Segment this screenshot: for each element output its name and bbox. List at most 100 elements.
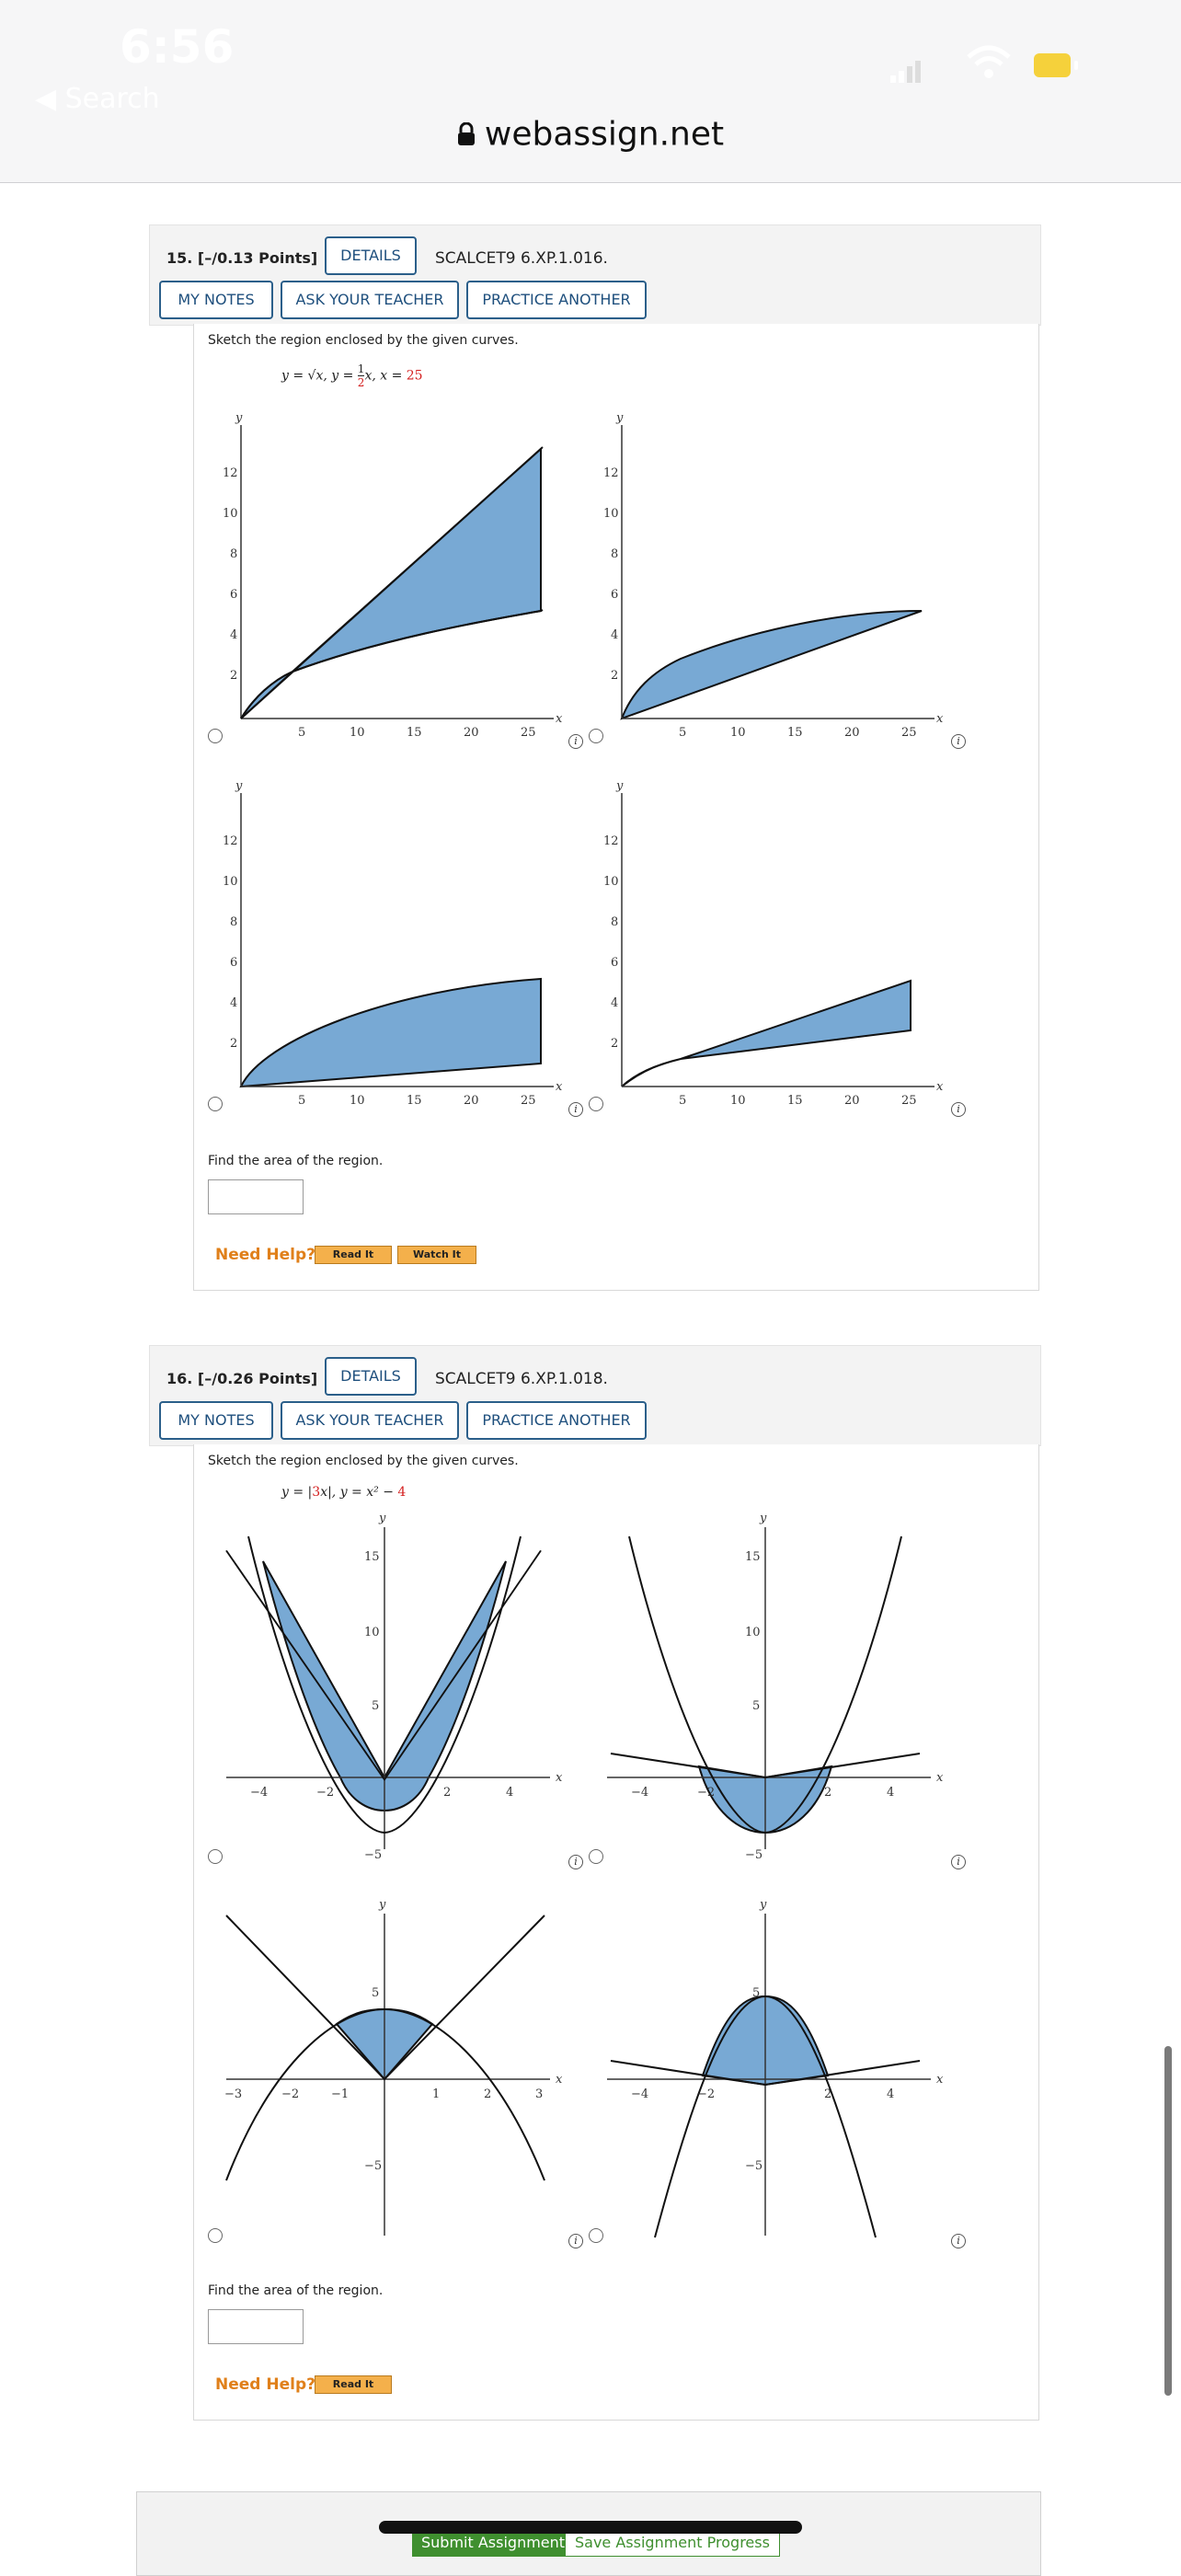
answer-choice-radio[interactable]	[208, 2228, 223, 2243]
answer-choice-radio[interactable]	[589, 1097, 603, 1111]
x-tick-label: 15	[787, 1094, 803, 1108]
equation-text-2: x, x =	[364, 368, 407, 384]
home-indicator	[379, 2521, 802, 2534]
practice-another-button[interactable]: PRACTICE ANOTHER	[466, 1401, 647, 1440]
x-tick-label: 5	[298, 1094, 305, 1108]
answer-choice-radio[interactable]	[208, 1097, 223, 1111]
x-tick-label: 4	[506, 1786, 513, 1800]
info-icon[interactable]: i	[951, 1855, 966, 1869]
ask-your-teacher-button[interactable]: ASK YOUR TEACHER	[281, 1401, 459, 1440]
y-tick-label: −5	[364, 2159, 382, 2173]
q15-graph-d: 5 10 15 20 25 2 4 6 8 10 12 y x	[603, 779, 944, 1108]
y-axis-label: y	[615, 779, 624, 793]
x-tick-label: 25	[521, 726, 536, 740]
x-tick-label: −1	[331, 2087, 349, 2101]
y-tick-label: 10	[364, 1626, 380, 1639]
info-icon[interactable]: i	[568, 2234, 583, 2248]
question-15-answer-input[interactable]	[208, 1179, 304, 1214]
q15-graph-a: 5 10 15 20 25 2 4 6 8 10 12 y x	[223, 411, 563, 740]
y-tick-label: 8	[611, 915, 618, 929]
y-axis-label: y	[235, 411, 243, 425]
answer-choice-radio[interactable]	[589, 1849, 603, 1864]
y-tick-label: 5	[752, 1699, 760, 1713]
y-tick-label: 12	[603, 834, 619, 848]
equation-text-2: x|, y = x² −	[320, 1485, 398, 1500]
y-tick-label: 10	[223, 507, 238, 521]
x-tick-label: 2	[443, 1786, 451, 1800]
url-text: webassign.net	[484, 115, 725, 154]
details-button[interactable]: DETAILS	[325, 236, 417, 275]
my-notes-button[interactable]: MY NOTES	[159, 1401, 273, 1440]
y-tick-label: 5	[372, 1699, 379, 1713]
y-tick-label: 10	[603, 507, 619, 521]
y-tick-label: 6	[611, 588, 618, 602]
need-help-label: Need Help?	[215, 2375, 315, 2394]
answer-choice-radio[interactable]	[589, 2228, 603, 2243]
info-icon[interactable]: i	[951, 2234, 966, 2248]
y-axis-label: y	[378, 1898, 386, 1912]
x-tick-label: 20	[464, 726, 479, 740]
q16-graph-d: −4 −2 2 4 5 −5 y x	[607, 1898, 944, 2238]
question-16-answer-input[interactable]	[208, 2309, 304, 2344]
question-16-find-text: Find the area of the region.	[208, 2283, 384, 2298]
x-tick-label: −4	[631, 1786, 648, 1800]
equation-value: 4	[397, 1485, 407, 1500]
x-axis-label: x	[936, 1771, 944, 1785]
question-16-header: 16. [–/0.26 Points] DETAILS SCALCET9 6.X…	[149, 1345, 1041, 1446]
x-tick-label: −4	[250, 1786, 268, 1800]
y-tick-label: 12	[603, 466, 619, 480]
equation-text: y = |	[281, 1485, 313, 1500]
y-tick-label: 15	[364, 1550, 380, 1564]
info-icon[interactable]: i	[568, 1102, 583, 1117]
watch-it-button[interactable]: Watch It	[397, 1246, 476, 1264]
y-tick-label: 4	[230, 996, 237, 1010]
wifi-icon	[967, 45, 1011, 78]
x-axis-label: x	[556, 2073, 563, 2087]
x-tick-label: 20	[844, 726, 860, 740]
info-icon[interactable]: i	[951, 734, 966, 749]
info-icon[interactable]: i	[568, 1855, 583, 1869]
x-tick-label: 15	[787, 726, 803, 740]
question-15-code: SCALCET9 6.XP.1.016.	[435, 249, 608, 268]
info-icon[interactable]: i	[951, 1102, 966, 1117]
x-tick-label: 25	[901, 726, 917, 740]
x-tick-label: 10	[350, 726, 365, 740]
answer-choice-radio[interactable]	[208, 1849, 223, 1864]
q16-graph-a: −4 −2 2 4 15 10 5 −5 y x	[225, 1512, 563, 1858]
y-tick-label: 15	[745, 1550, 761, 1564]
y-tick-label: 2	[230, 669, 237, 683]
q15-graph-b: 5 10 15 20 25 2 4 6 8 10 12 y x	[603, 411, 944, 740]
q16-graph-b: −4 −2 2 4 15 10 5 −5 y x	[607, 1512, 944, 1858]
x-tick-label: 3	[535, 2087, 543, 2101]
address-bar[interactable]: webassign.net	[0, 114, 1181, 154]
y-axis-label: y	[235, 779, 243, 793]
y-tick-label: 6	[230, 956, 237, 970]
read-it-button[interactable]: Read It	[315, 2375, 392, 2394]
back-to-search-link[interactable]: ◀ Search	[35, 83, 160, 115]
battery-cap	[1074, 61, 1078, 70]
read-it-button[interactable]: Read It	[315, 1246, 392, 1264]
x-axis-label: x	[556, 712, 563, 726]
x-tick-label: −3	[224, 2087, 242, 2101]
answer-choice-radio[interactable]	[208, 729, 223, 743]
question-15-prompt: Sketch the region enclosed by the given …	[208, 333, 519, 348]
my-notes-button[interactable]: MY NOTES	[159, 281, 273, 319]
y-axis-label: y	[759, 1898, 767, 1912]
y-tick-label: 8	[230, 915, 237, 929]
scrollbar[interactable]	[1164, 2046, 1172, 2396]
x-tick-label: −4	[631, 2087, 648, 2101]
y-tick-label: −5	[364, 1848, 382, 1858]
practice-another-button[interactable]: PRACTICE ANOTHER	[466, 281, 647, 319]
x-tick-label: 15	[407, 726, 422, 740]
ask-your-teacher-button[interactable]: ASK YOUR TEACHER	[281, 281, 459, 319]
q15-graph-c: 5 10 15 20 25 2 4 6 8 10 12 y x	[223, 779, 563, 1108]
x-tick-label: 4	[887, 2087, 894, 2101]
y-tick-label: 12	[223, 466, 238, 480]
question-16-equation: y = |3x|, y = x² − 4	[281, 1485, 406, 1500]
x-tick-label: 4	[887, 1786, 894, 1800]
answer-choice-radio[interactable]	[589, 729, 603, 743]
need-help-label: Need Help?	[215, 1246, 315, 1264]
info-icon[interactable]: i	[568, 734, 583, 749]
y-tick-label: 2	[611, 1037, 618, 1051]
details-button[interactable]: DETAILS	[325, 1357, 417, 1396]
